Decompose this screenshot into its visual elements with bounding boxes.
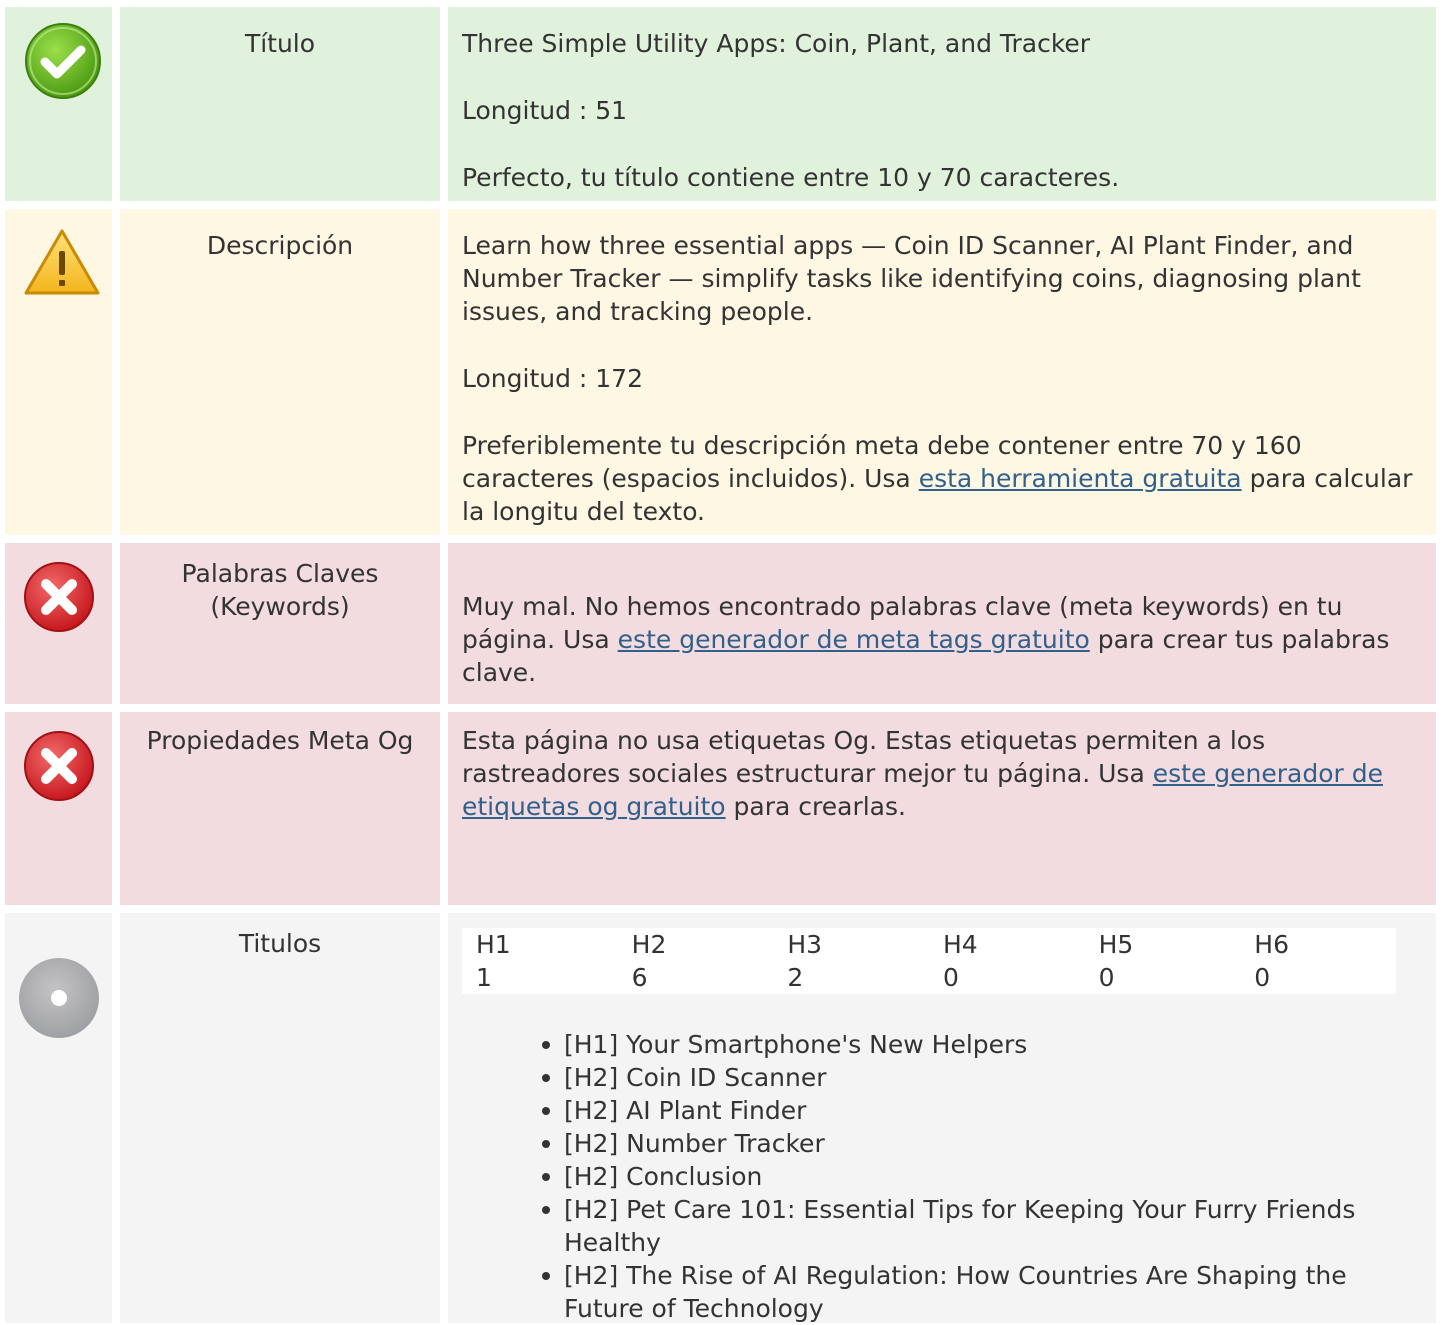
keywords-label-cell: Palabras Claves (Keywords) [120,543,440,704]
headings-label: Titulos [238,929,322,958]
og-label-cell: Propiedades Meta Og [120,712,440,905]
description-text-cell: Learn how three essential apps — Coin ID… [448,209,1436,535]
headings-text-cell: H1 H2 H3 H4 H5 H6 1 6 2 0 0 0 [H1] Your … [448,913,1436,1323]
og-note-tail: para crearlas. [733,792,906,821]
error-icon [24,731,94,801]
description-label: Descripción [206,231,354,260]
list-item: [H2] The Rise of AI Regulation: How Coun… [542,1259,1422,1325]
text-length-tool-link[interactable]: esta herramienta gratuita [919,464,1242,493]
heading-count: 2 [787,963,804,992]
heading-count: 1 [476,963,492,992]
description-status-cell [5,209,112,535]
list-item: [H2] AI Plant Finder [542,1094,1422,1127]
keywords-text-cell: Muy mal. No hemos encontrado palabras cl… [448,543,1436,704]
heading-count: 6 [631,963,648,992]
heading-count: 0 [1254,963,1271,992]
keywords-status-cell [5,543,112,704]
heading-level: H4 [942,930,978,959]
info-icon [19,958,99,1038]
heading-count: 0 [942,963,959,992]
check-icon [25,23,101,99]
title-note: Perfecto, tu título contiene entre 10 y … [462,163,1120,192]
title-length: Longitud : 51 [462,96,628,125]
og-note-text: Esta página no usa etiquetas Og. Estas e… [462,726,1266,788]
description-note: Preferiblemente tu descripción meta debe… [462,429,1422,528]
headings-levels-row: H1 H2 H3 H4 H5 H6 [462,928,1396,961]
meta-tags-generator-link[interactable]: este generador de meta tags gratuito [618,625,1090,654]
title-status-cell [5,7,112,201]
headings-label-cell: Titulos [120,913,440,1323]
heading-count: 0 [1098,963,1115,992]
heading-level: H1 [476,930,511,959]
og-text-cell: Esta página no usa etiquetas Og. Estas e… [448,712,1436,905]
keywords-label: Palabras Claves (Keywords) [181,559,379,621]
title-label: Título [244,29,316,58]
description-label-cell: Descripción [120,209,440,535]
error-icon [24,562,94,632]
description-length: Longitud : 172 [462,364,643,393]
headings-list: [H1] Your Smartphone's New Helpers [H2] … [462,1028,1422,1325]
og-label: Propiedades Meta Og [146,726,414,755]
headings-row: Titulos H1 H2 H3 H4 H5 H6 1 6 2 0 0 0 [H… [0,913,1445,1323]
description-value: Learn how three essential apps — Coin ID… [462,231,1361,326]
heading-level: H2 [631,930,667,959]
og-status-cell [5,712,112,905]
og-row: Propiedades Meta Og Esta página no usa e… [0,712,1445,905]
headings-status-cell [5,913,112,1323]
headings-count-table: H1 H2 H3 H4 H5 H6 1 6 2 0 0 0 [462,928,1396,994]
title-text-cell: Three Simple Utility Apps: Coin, Plant, … [448,7,1436,201]
og-note: Esta página no usa etiquetas Og. Estas e… [462,712,1422,823]
title-row: Título Three Simple Utility Apps: Coin, … [0,7,1445,201]
heading-level: H6 [1254,930,1289,959]
headings-counts-row: 1 6 2 0 0 0 [462,961,1396,994]
heading-level: H3 [787,930,823,959]
list-item: [H1] Your Smartphone's New Helpers [542,1028,1422,1061]
keywords-note: Muy mal. No hemos encontrado palabras cl… [462,543,1422,689]
keywords-row: Palabras Claves (Keywords) Muy mal. No h… [0,543,1445,704]
title-label-cell: Título [120,7,440,201]
list-item: [H2] Conclusion [542,1160,1422,1193]
warning-icon [24,229,100,295]
title-value: Three Simple Utility Apps: Coin, Plant, … [462,29,1091,58]
list-item: [H2] Coin ID Scanner [542,1061,1422,1094]
list-item: [H2] Pet Care 101: Essential Tips for Ke… [542,1193,1422,1259]
description-row: Descripción Learn how three essential ap… [0,209,1445,535]
list-item: [H2] Number Tracker [542,1127,1422,1160]
heading-level: H5 [1098,930,1134,959]
